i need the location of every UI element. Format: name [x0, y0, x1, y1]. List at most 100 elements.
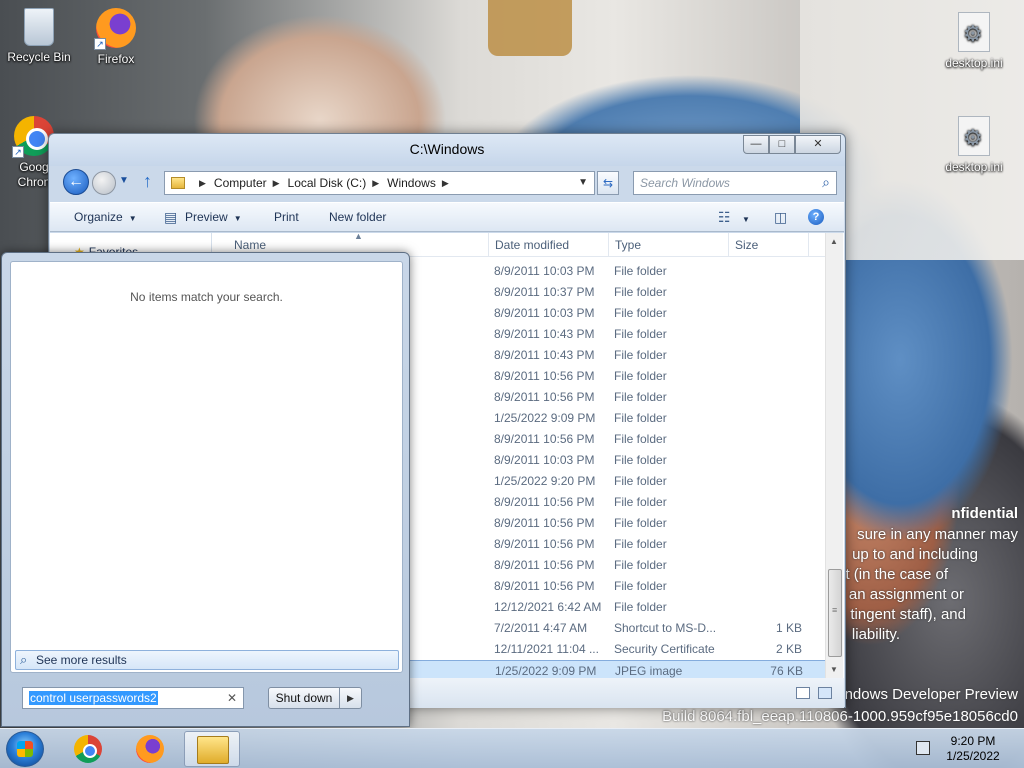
column-divider[interactable]	[608, 233, 609, 257]
caret-down-icon: ▼	[233, 214, 242, 223]
scroll-up-icon[interactable]: ▲	[830, 237, 838, 246]
firefox-icon: ↗	[94, 8, 136, 50]
taskbar-chrome[interactable]	[60, 731, 116, 767]
search-input[interactable]: Search Windows ⌕	[633, 171, 837, 195]
clock-time: 9:20 PM	[950, 734, 996, 748]
new-folder-button[interactable]: New folder	[329, 210, 386, 224]
cell-date: 8/9/2011 10:43 PM	[494, 327, 595, 341]
search-query-text: control userpasswords2	[29, 691, 158, 705]
print-button[interactable]: Print	[274, 210, 299, 224]
cell-type: File folder	[614, 285, 667, 299]
recycle-bin-icon	[24, 8, 54, 46]
preview-menu[interactable]: Preview ▼	[185, 210, 242, 224]
cell-type: File folder	[614, 390, 667, 404]
start-button[interactable]	[6, 731, 44, 767]
grip-icon: ≡	[832, 605, 838, 615]
back-button[interactable]: ←	[63, 169, 89, 195]
cell-date: 8/9/2011 10:56 PM	[494, 537, 595, 551]
chevron-right-icon[interactable]: ▶	[372, 178, 379, 189]
forward-button[interactable]	[92, 171, 116, 195]
scroll-down-icon[interactable]: ▼	[830, 665, 838, 674]
scroll-thumb[interactable]: ≡	[828, 569, 842, 657]
cell-date: 1/25/2022 9:09 PM	[495, 664, 597, 678]
breadcrumb-computer[interactable]: Computer	[214, 176, 267, 190]
column-size[interactable]: Size	[735, 238, 758, 252]
system-clock[interactable]: 9:20 PM 1/25/2022	[930, 734, 1016, 764]
chevron-right-icon[interactable]: ▶	[442, 178, 449, 189]
sort-ascending-icon: ▲	[354, 231, 363, 241]
column-divider[interactable]	[808, 233, 809, 257]
cell-type: JPEG image	[615, 664, 683, 678]
shut-down-button[interactable]: Shut down	[268, 687, 340, 709]
cell-type: Security Certificate	[614, 642, 715, 656]
search-icon: ⌕	[20, 652, 28, 667]
close-button[interactable]: ✕	[795, 135, 841, 154]
up-arrow-icon[interactable]: ↑	[143, 171, 152, 192]
command-bar: Organize ▼ ▤ Preview ▼ Print New folder ☷ …	[50, 202, 844, 232]
settings-file-icon	[958, 116, 990, 156]
cell-date: 8/9/2011 10:56 PM	[494, 495, 595, 509]
search-icon[interactable]: ⌕	[822, 174, 830, 191]
watermark-line: ndows Developer Preview	[844, 686, 1018, 703]
desktop-icon-desktop-ini[interactable]: desktop.ini	[936, 116, 1012, 174]
desktop-icon-label: desktop.ini	[945, 56, 1003, 70]
minimize-button[interactable]: —	[743, 135, 769, 154]
see-more-results-link[interactable]: ⌕ See more results	[15, 650, 399, 670]
desktop-icon-desktop-ini[interactable]: desktop.ini	[936, 12, 1012, 70]
maximize-button[interactable]: □	[769, 135, 795, 154]
cell-type: File folder	[614, 264, 667, 278]
chrome-icon	[74, 735, 102, 763]
cell-date: 8/9/2011 10:56 PM	[494, 369, 595, 383]
watermark-line: liability.	[851, 626, 900, 643]
cell-type: File folder	[614, 411, 667, 425]
view-options-dropdown[interactable]: ▼	[736, 211, 750, 225]
title-bar[interactable]: C:\Windows — □ ✕	[49, 134, 845, 166]
preview-icon: ▤	[164, 209, 178, 225]
recent-pages-dropdown[interactable]: ▼	[119, 175, 129, 186]
taskbar-file-explorer[interactable]	[184, 731, 240, 767]
preview-pane-icon[interactable]: ◫	[774, 209, 787, 226]
start-search-input[interactable]: control userpasswords2 ✕	[22, 687, 244, 709]
desktop-icon-firefox[interactable]: ↗ Firefox	[78, 8, 154, 66]
change-view-icon[interactable]: ☷	[718, 209, 731, 226]
breadcrumb-local-disk[interactable]: Local Disk (C:)	[288, 176, 367, 190]
cell-type: Shortcut to MS-D...	[614, 621, 717, 635]
help-icon[interactable]: ?	[808, 209, 824, 225]
cell-type: File folder	[614, 369, 667, 383]
column-name[interactable]: Name	[234, 238, 266, 252]
taskbar: 9:20 PM 1/25/2022	[0, 728, 1024, 768]
cell-type: File folder	[614, 516, 667, 530]
chevron-right-icon[interactable]: ▶	[199, 178, 206, 189]
cell-type: File folder	[614, 348, 667, 362]
see-more-label: See more results	[36, 653, 127, 667]
folder-icon	[197, 736, 229, 764]
network-icon[interactable]	[916, 741, 930, 755]
refresh-button[interactable]: ⇆	[597, 171, 619, 195]
shutdown-options-arrow-icon[interactable]: ▶	[340, 687, 362, 709]
firefox-icon	[136, 735, 164, 763]
cell-type: File folder	[614, 600, 667, 614]
column-divider[interactable]	[728, 233, 729, 257]
watermark-line: up to and including	[852, 546, 978, 563]
cell-date: 8/9/2011 10:56 PM	[494, 516, 595, 530]
taskbar-firefox[interactable]	[122, 731, 178, 767]
cell-type: File folder	[614, 453, 667, 467]
desktop-icon-recycle-bin[interactable]: Recycle Bin	[1, 8, 77, 64]
details-view-icon[interactable]	[796, 687, 810, 699]
chevron-down-icon[interactable]: ▼	[578, 177, 588, 188]
cell-date: 8/9/2011 10:56 PM	[494, 579, 595, 593]
chevron-right-icon[interactable]: ▶	[273, 178, 280, 189]
search-results-panel: No items match your search. ⌕ See more r…	[10, 261, 403, 673]
column-divider[interactable]	[488, 233, 489, 257]
cell-type: File folder	[614, 537, 667, 551]
clear-icon[interactable]: ✕	[227, 691, 237, 705]
vertical-scrollbar[interactable]: ▲ ≡ ▼	[825, 233, 843, 678]
organize-menu[interactable]: Organize ▼	[74, 210, 137, 224]
watermark-line: sure in any manner may	[857, 526, 1018, 543]
address-bar[interactable]: ▶ Computer ▶ Local Disk (C:) ▶ Windows ▶…	[164, 171, 595, 195]
column-type[interactable]: Type	[615, 238, 641, 252]
no-results-message: No items match your search.	[130, 290, 283, 304]
large-icons-view-icon[interactable]	[818, 687, 832, 699]
column-date-modified[interactable]: Date modified	[495, 238, 569, 252]
breadcrumb-windows[interactable]: Windows	[387, 176, 436, 190]
